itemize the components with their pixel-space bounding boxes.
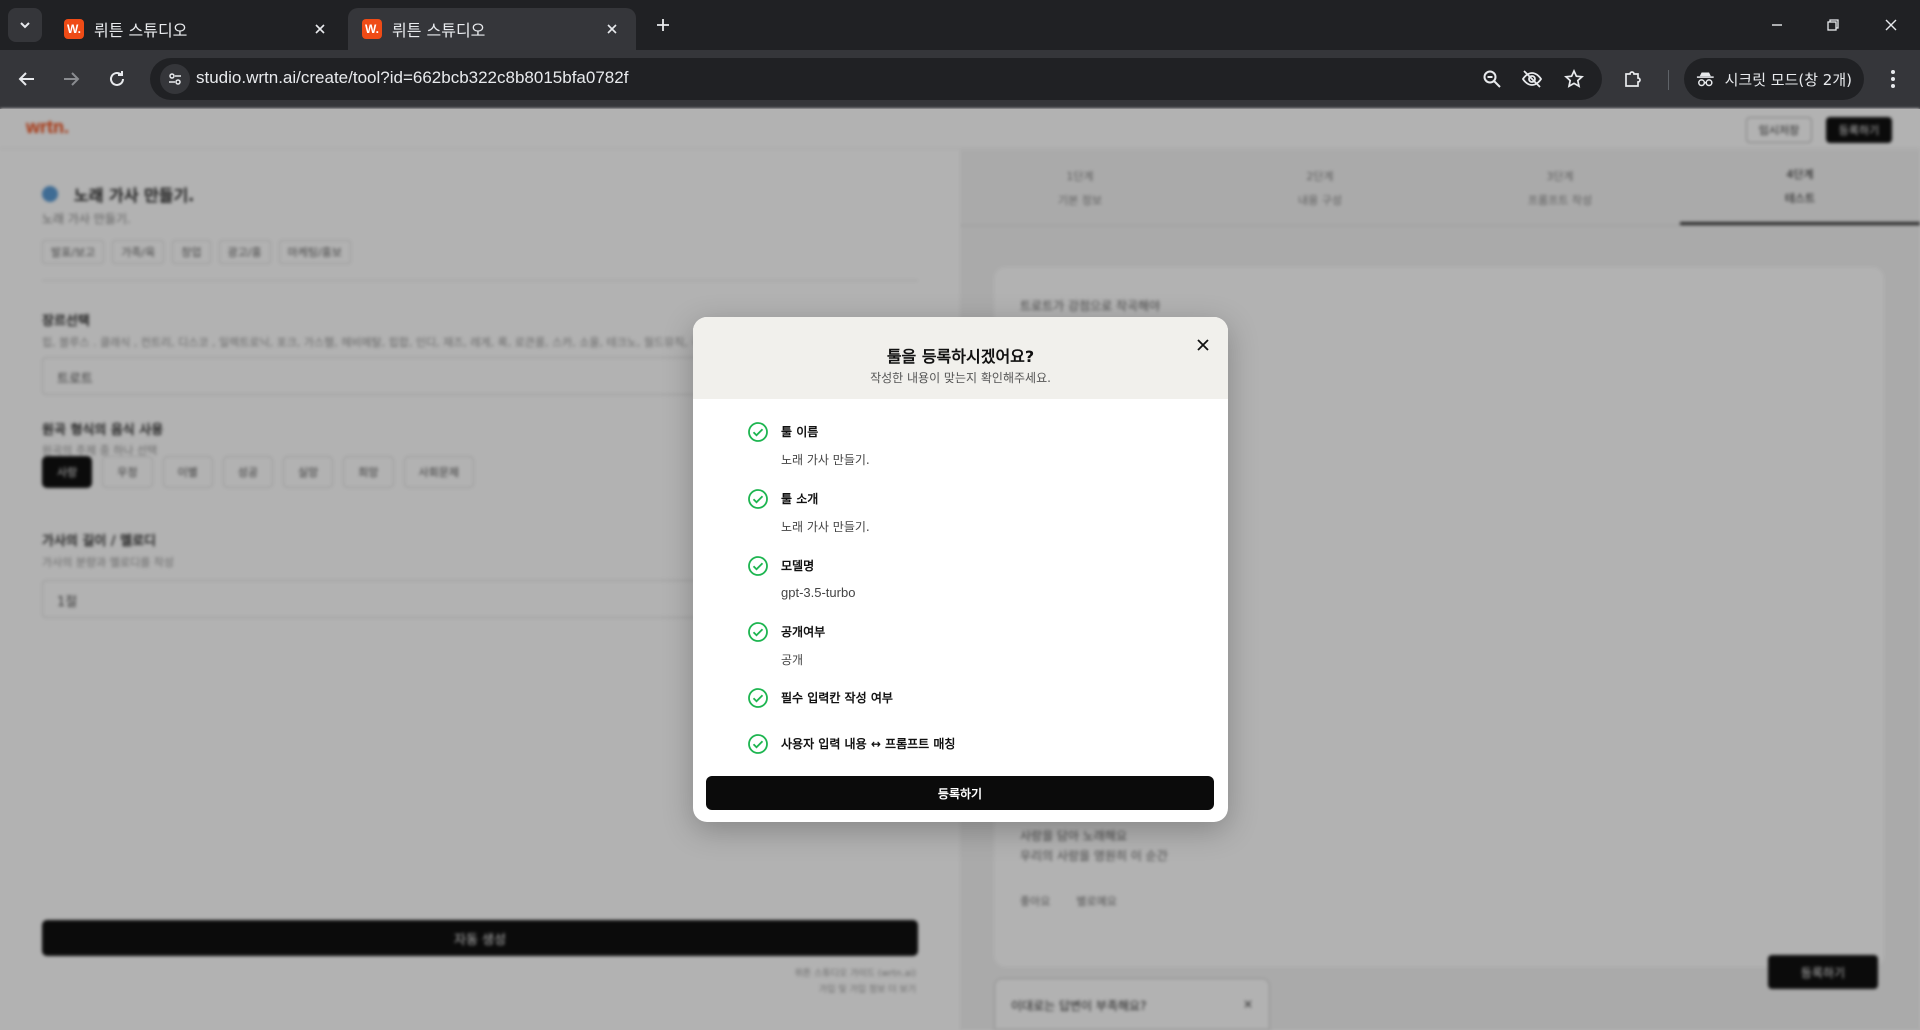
register-button[interactable]: 등록하기	[706, 776, 1214, 810]
browser-menu-button[interactable]	[1880, 66, 1906, 92]
wrtn-favicon-icon: W.	[64, 19, 84, 39]
modal-close-button[interactable]	[1191, 333, 1215, 357]
close-icon	[1885, 19, 1897, 31]
star-icon	[1564, 69, 1584, 88]
back-button[interactable]	[12, 64, 42, 94]
restore-icon	[1827, 19, 1839, 31]
browser-tab-1[interactable]: W. 뤼튼 스튜디오	[50, 8, 344, 50]
check-circle-icon	[748, 556, 768, 576]
check-value: gpt-3.5-turbo	[781, 585, 856, 600]
close-icon	[1197, 339, 1209, 351]
modal-header: 툴을 등록하시겠어요? 작성한 내용이 맞는지 확인해주세요.	[693, 317, 1228, 399]
tab-search-button[interactable]	[8, 8, 42, 42]
restore-button[interactable]	[1820, 12, 1846, 38]
wrtn-favicon-icon: W.	[362, 19, 382, 39]
reload-button[interactable]	[102, 64, 132, 94]
register-confirm-modal: 툴을 등록하시겠어요? 작성한 내용이 맞는지 확인해주세요. 툴 이름 노래 …	[693, 317, 1228, 822]
arrow-right-icon	[64, 72, 80, 86]
plus-icon	[657, 19, 669, 31]
check-label: 모델명	[781, 559, 815, 573]
check-value: 노래 가사 만들기.	[781, 453, 870, 467]
chevron-down-icon	[20, 22, 30, 29]
more-vertical-icon	[1891, 70, 1895, 88]
check-label: 툴 이름	[781, 425, 819, 439]
tab-title: 뤼튼 스튜디오	[94, 21, 188, 40]
forward-button[interactable]	[56, 64, 86, 94]
check-value: 노래 가사 만들기.	[781, 520, 870, 534]
reload-icon	[110, 71, 124, 86]
close-icon	[315, 24, 325, 34]
bookmark-button[interactable]	[1562, 67, 1586, 91]
toolbar-separator	[1668, 70, 1669, 90]
eye-off-icon	[1521, 70, 1543, 88]
tab-title: 뤼튼 스튜디오	[392, 21, 486, 40]
minimize-button[interactable]	[1764, 12, 1790, 38]
check-label: 필수 입력칸 작성 여부	[781, 691, 893, 705]
browser-tabbar: W. 뤼튼 스튜디오 W. 뤼튼 스튜디오	[0, 0, 1920, 50]
modal-subtitle: 작성한 내용이 맞는지 확인해주세요.	[870, 371, 1051, 385]
browser-tab-2[interactable]: W. 뤼튼 스튜디오	[348, 8, 636, 50]
zoom-button[interactable]	[1480, 67, 1504, 91]
tune-icon	[169, 73, 181, 85]
zoom-icon	[1483, 70, 1501, 88]
close-icon	[607, 24, 617, 34]
tab-close-button[interactable]	[310, 19, 330, 39]
url-text[interactable]: studio.wrtn.ai/create/tool?id=662bcb322c…	[196, 68, 628, 88]
check-label: 공개여부	[781, 625, 826, 639]
address-bar[interactable]: studio.wrtn.ai/create/tool?id=662bcb322c…	[150, 58, 1602, 100]
modal-title: 툴을 등록하시겠어요?	[886, 347, 1035, 366]
check-label: 툴 소개	[781, 492, 819, 506]
check-circle-icon	[748, 622, 768, 642]
close-window-button[interactable]	[1878, 12, 1904, 38]
tab-close-button[interactable]	[602, 19, 622, 39]
check-circle-icon	[748, 734, 768, 754]
check-circle-icon	[748, 422, 768, 442]
check-value: 공개	[781, 653, 804, 667]
check-circle-icon	[748, 489, 768, 509]
puzzle-icon	[1625, 71, 1641, 87]
minimize-icon	[1772, 24, 1782, 26]
extensions-button[interactable]	[1620, 66, 1646, 92]
browser-toolbar: studio.wrtn.ai/create/tool?id=662bcb322c…	[0, 50, 1920, 109]
check-circle-icon	[748, 688, 768, 708]
check-label: 사용자 입력 내용 ↔ 프롬프트 매칭	[781, 737, 956, 751]
new-tab-button[interactable]	[650, 12, 676, 38]
incognito-indicator[interactable]: 시크릿 모드(창 2개)	[1684, 58, 1864, 100]
incognito-icon	[1696, 72, 1714, 87]
tracking-protection-button[interactable]	[1520, 67, 1544, 91]
incognito-label: 시크릿 모드(창 2개)	[1724, 70, 1852, 89]
arrow-left-icon	[18, 72, 34, 86]
site-info-button[interactable]	[160, 64, 190, 94]
